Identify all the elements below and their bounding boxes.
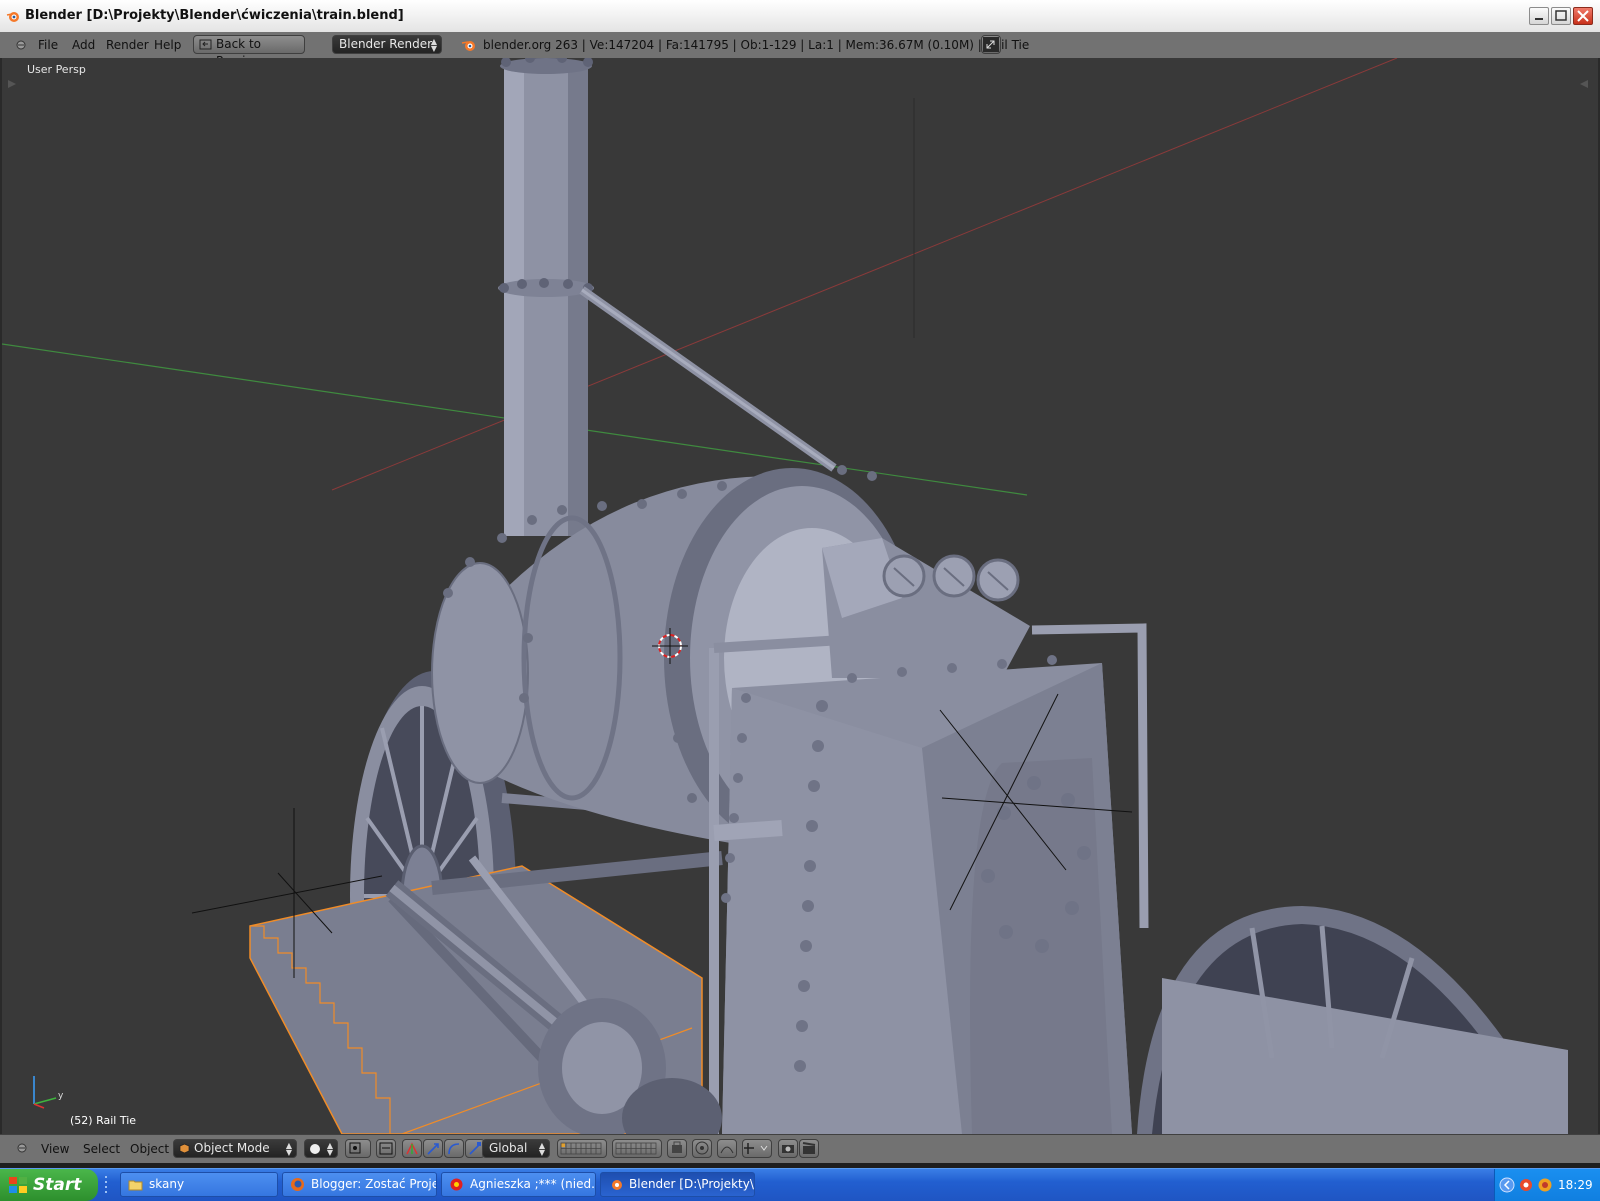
fullscreen-toggle-button[interactable] bbox=[981, 35, 1001, 54]
minimize-icon bbox=[1535, 18, 1543, 20]
start-button[interactable]: Start bbox=[0, 1169, 98, 1201]
layers-grid-icon bbox=[560, 1142, 602, 1155]
window-title: Blender [D:\Projekty\Blender\ćwiczenia\t… bbox=[25, 8, 404, 23]
settings-gear-tray-icon[interactable] bbox=[1518, 1177, 1534, 1193]
blender-logo-icon bbox=[612, 1180, 622, 1190]
tray-expand-icon[interactable] bbox=[1499, 1177, 1515, 1193]
render-opengl-button[interactable] bbox=[778, 1139, 798, 1158]
menu-view[interactable]: View bbox=[41, 1142, 69, 1156]
valve-housing-mesh[interactable] bbox=[822, 538, 1030, 678]
firebox-mesh[interactable] bbox=[709, 623, 1149, 1134]
camera-lock-icon bbox=[672, 1141, 682, 1153]
scene-layers-grid-2[interactable] bbox=[612, 1139, 662, 1158]
rotate-manipulator-button[interactable] bbox=[444, 1139, 464, 1158]
manipulator-icon bbox=[406, 1142, 418, 1155]
task-label: Agnieszka ;*** (nied... bbox=[470, 1177, 596, 1191]
blender-logo-icon bbox=[461, 41, 475, 51]
taskbar-item-blogger[interactable]: Blogger: Zostać Proje... bbox=[282, 1172, 437, 1197]
folder-icon bbox=[128, 1180, 143, 1191]
solid-shading-icon bbox=[310, 1144, 320, 1154]
menu-help[interactable]: Help bbox=[154, 38, 181, 52]
render-engine-select[interactable]: Blender Render ▲ ▼ bbox=[332, 35, 442, 54]
updown-arrows-icon: ▲ ▼ bbox=[538, 1141, 545, 1157]
axis-orientation-icon: y bbox=[33, 1076, 64, 1109]
rotate-arc-icon bbox=[448, 1143, 460, 1155]
updown-arrows-icon: ▲ ▼ bbox=[430, 37, 437, 53]
object-cube-icon bbox=[179, 1143, 190, 1154]
windows-logo-icon bbox=[9, 1177, 27, 1193]
menu-select[interactable]: Select bbox=[83, 1142, 120, 1156]
falloff-select[interactable] bbox=[717, 1139, 737, 1158]
orientation-label: Global bbox=[489, 1141, 528, 1155]
clapperboard-icon bbox=[802, 1142, 816, 1154]
x-axis-line bbox=[331, 58, 1398, 491]
lock-camera-toggle[interactable] bbox=[667, 1139, 687, 1158]
info-header: File Add Render Help Back to Previous Bl… bbox=[0, 32, 1600, 68]
scene-layers-grid[interactable] bbox=[557, 1139, 607, 1158]
proportional-edit-icon bbox=[695, 1141, 709, 1155]
updown-arrows-icon: ▲ ▼ bbox=[326, 1141, 333, 1157]
maximize-icon bbox=[1555, 10, 1567, 21]
firefox-icon bbox=[291, 1178, 304, 1191]
mode-select[interactable]: Object Mode ▲ ▼ bbox=[173, 1139, 297, 1158]
window-title-bar: Blender [D:\Projekty\Blender\ćwiczenia\t… bbox=[0, 0, 1600, 33]
pivot-point-select[interactable] bbox=[345, 1139, 371, 1158]
view-perspective-label: User Persp bbox=[27, 63, 86, 76]
manipulator-toggle[interactable] bbox=[402, 1139, 422, 1158]
taskbar-item-skany[interactable]: skany bbox=[120, 1172, 278, 1197]
proportional-edit-toggle[interactable] bbox=[692, 1139, 712, 1158]
gadu-flower-icon bbox=[450, 1178, 463, 1191]
scene-stats: blender.org 263 | Ve:147204 | Fa:141795 … bbox=[483, 38, 1030, 52]
3d-view-header: View Select Object Object Mode ▲ ▼ ▲ ▼ Glo… bbox=[0, 1134, 1600, 1163]
system-clock: 18:29 bbox=[1558, 1178, 1593, 1192]
fullscreen-icon bbox=[983, 37, 999, 52]
maximize-button[interactable] bbox=[1551, 7, 1571, 25]
task-label: Blogger: Zostać Proje... bbox=[311, 1177, 437, 1191]
chimney-mesh[interactable] bbox=[498, 58, 837, 536]
right-wheel-mesh[interactable] bbox=[1137, 906, 1568, 1134]
active-object-label: (52) Rail Tie bbox=[70, 1114, 137, 1127]
falloff-icon bbox=[720, 1146, 734, 1154]
translate-manipulator-button[interactable] bbox=[423, 1139, 443, 1158]
close-window-button[interactable] bbox=[1573, 7, 1593, 25]
pivot-icon bbox=[349, 1142, 361, 1154]
taskbar-item-agnieszka[interactable]: Agnieszka ;*** (nied... bbox=[441, 1172, 596, 1197]
translate-arrow-icon bbox=[427, 1143, 439, 1155]
taskbar-item-blender[interactable]: Blender [D:\Projekty\... bbox=[600, 1172, 755, 1197]
transform-orientation-select[interactable]: Global ▲ ▼ bbox=[482, 1139, 550, 1158]
taskbar-grip bbox=[105, 1176, 107, 1193]
task-label: skany bbox=[149, 1177, 185, 1191]
editor-type-icon[interactable] bbox=[15, 39, 27, 51]
svg-text:y: y bbox=[58, 1091, 64, 1101]
snap-toggle[interactable] bbox=[742, 1139, 772, 1158]
editor-type-icon[interactable] bbox=[16, 1142, 28, 1154]
render-engine-label: Blender Render bbox=[339, 37, 433, 51]
os-taskbar: Start skany Blogger: Zostać Proje... Agn… bbox=[0, 1168, 1600, 1201]
mode-label: Object Mode bbox=[194, 1141, 270, 1155]
scene-render[interactable]: y bbox=[2, 58, 1598, 1134]
viewport-shading-select[interactable]: ▲ ▼ bbox=[304, 1139, 338, 1158]
start-label: Start bbox=[33, 1175, 82, 1195]
center-points-toggle[interactable] bbox=[376, 1139, 396, 1158]
render-animation-button[interactable] bbox=[799, 1139, 819, 1158]
status-tray-icon[interactable] bbox=[1537, 1177, 1553, 1193]
magnet-snap-icon bbox=[744, 1143, 768, 1154]
back-screen-icon bbox=[199, 39, 212, 50]
minimize-button[interactable] bbox=[1529, 7, 1549, 25]
layers-grid-icon bbox=[615, 1142, 657, 1155]
back-to-previous-button[interactable]: Back to Previous bbox=[193, 35, 305, 68]
menu-render[interactable]: Render bbox=[106, 38, 149, 52]
region-corner-widget[interactable] bbox=[8, 80, 1588, 88]
blender-logo-icon bbox=[6, 12, 19, 22]
3d-viewport[interactable]: y User Persp (52) Rail Tie bbox=[0, 58, 1600, 1134]
task-label: Blender [D:\Projekty\... bbox=[629, 1177, 755, 1191]
camera-render-icon bbox=[782, 1145, 794, 1153]
updown-arrows-icon: ▲ ▼ bbox=[285, 1141, 292, 1157]
menu-object[interactable]: Object bbox=[130, 1142, 169, 1156]
close-icon bbox=[1577, 10, 1589, 22]
menu-add[interactable]: Add bbox=[72, 38, 95, 52]
menu-file[interactable]: File bbox=[38, 38, 58, 52]
manipulate-center-icon bbox=[379, 1142, 393, 1155]
